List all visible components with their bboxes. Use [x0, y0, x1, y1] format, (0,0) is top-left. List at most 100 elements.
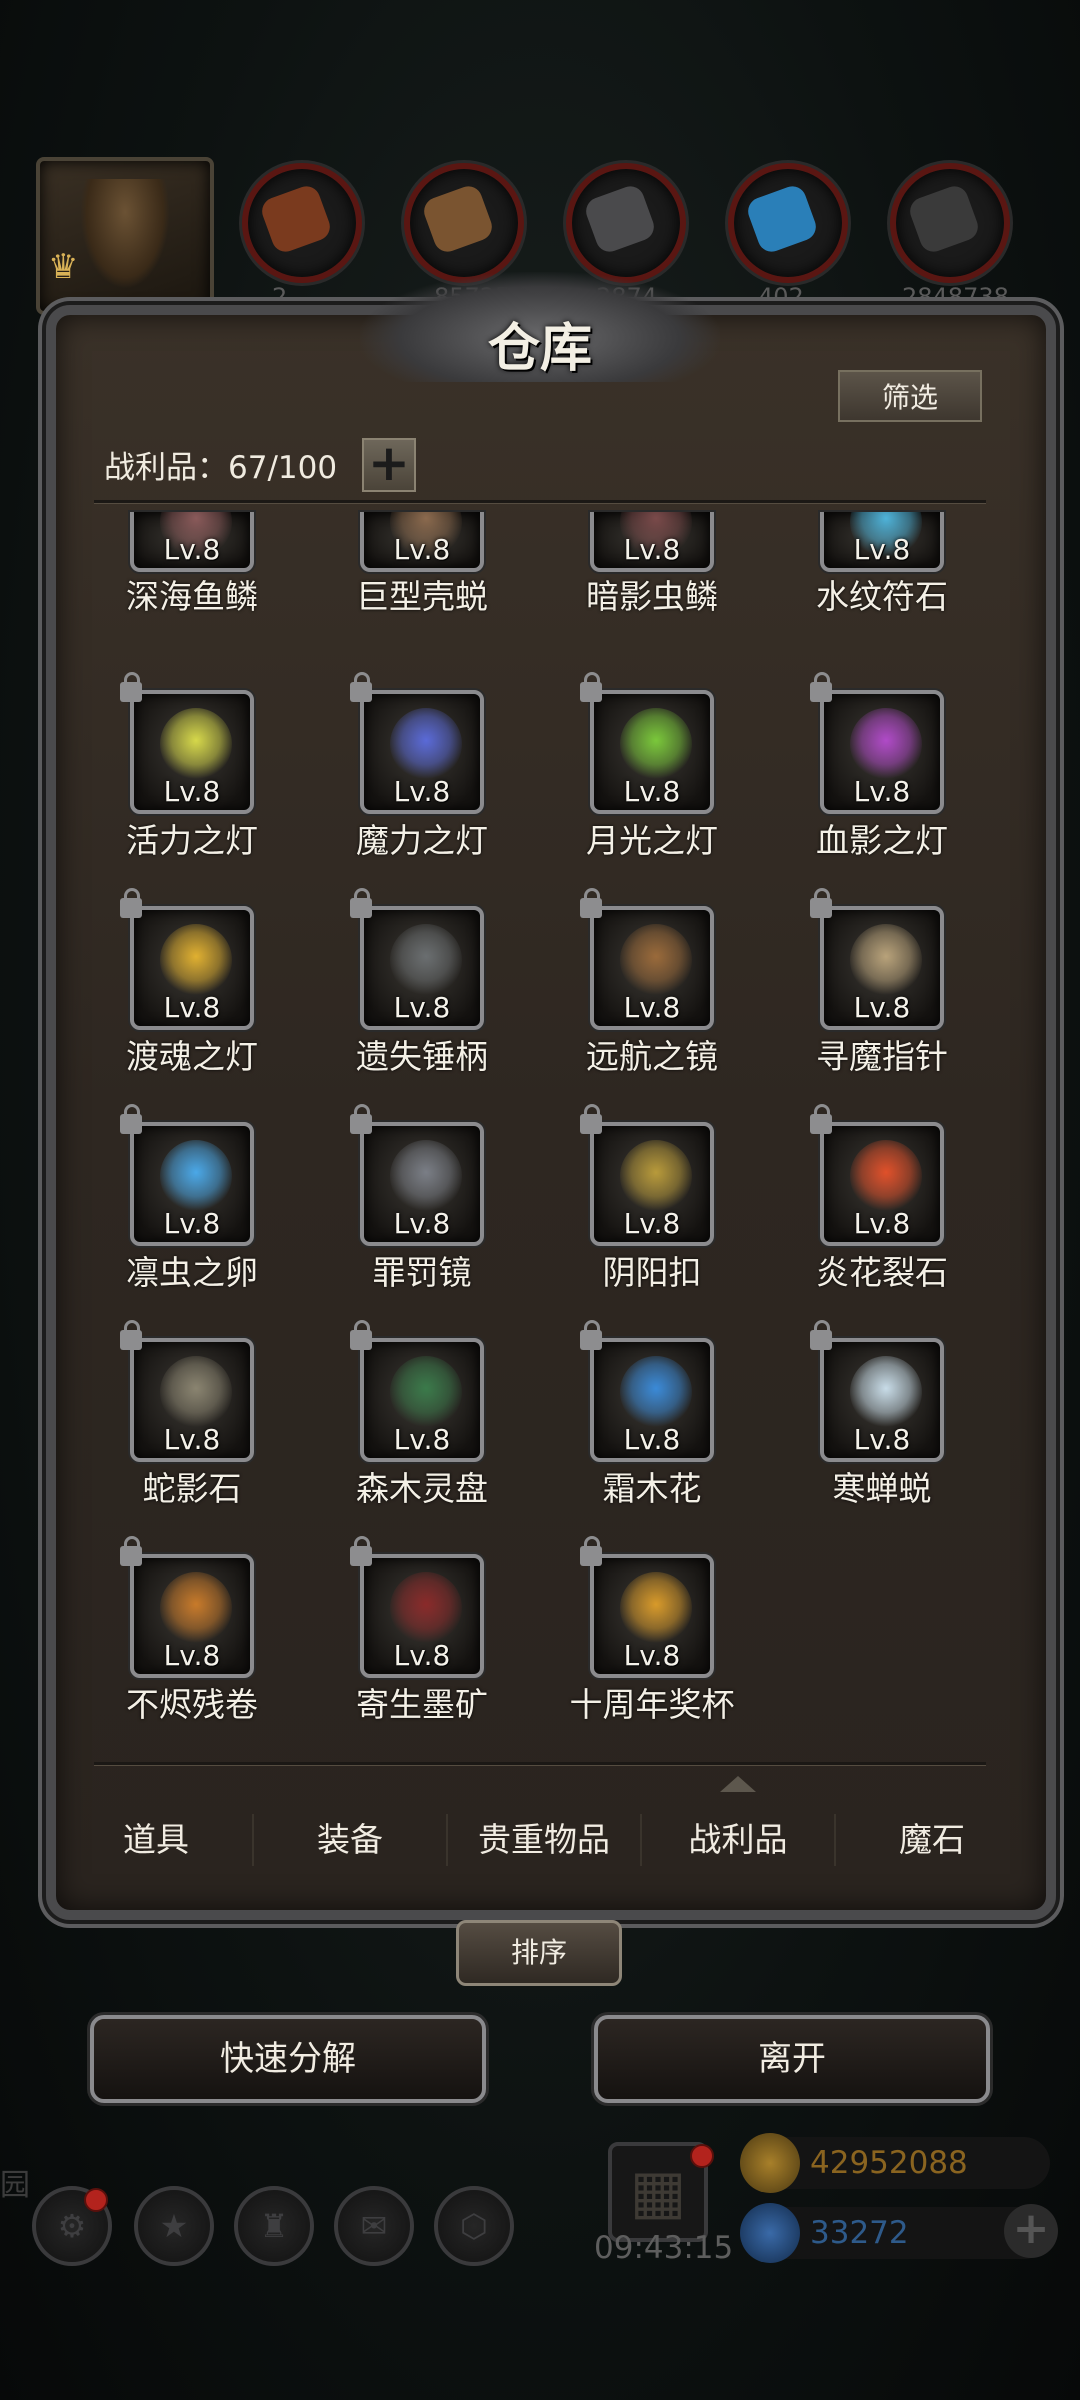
item-level: Lv.8 — [853, 991, 911, 1024]
item-name: 水纹符石 — [816, 577, 948, 616]
lock-icon — [810, 1104, 832, 1134]
tab-equipment[interactable]: 装备 — [254, 1780, 446, 1900]
item-level: Lv.8 — [623, 775, 681, 808]
tab-magic-stones[interactable]: 魔石 — [836, 1780, 1028, 1900]
lock-icon — [350, 1536, 372, 1566]
lock-icon — [350, 672, 372, 702]
player-portrait[interactable]: ♛ — [36, 157, 214, 315]
item-level: Lv.8 — [623, 1207, 681, 1240]
item-slot: Lv.8 — [590, 1122, 714, 1246]
item-level: Lv.8 — [623, 533, 681, 566]
resource-crystal-icon[interactable] — [728, 163, 848, 283]
resource-stone-icon[interactable] — [890, 163, 1010, 283]
item-card[interactable]: Lv.8 远航之镜 — [552, 888, 752, 1076]
gold-coin-icon — [740, 2133, 800, 2193]
item-art-icon — [850, 924, 922, 996]
trophy-icon: ♛ — [48, 247, 79, 287]
leave-button[interactable]: 离开 — [594, 2015, 990, 2103]
item-card[interactable]: Lv.8 炎花裂石 — [782, 1104, 982, 1292]
item-card[interactable]: Lv.8 森木灵盘 — [322, 1320, 522, 1508]
lock-icon — [120, 672, 142, 702]
guild-emblem-icon[interactable]: ♜ — [234, 2186, 314, 2266]
filter-button[interactable]: 筛选 — [838, 370, 982, 422]
item-card[interactable]: Lv.8 深海鱼鳞 — [92, 512, 292, 672]
item-level: Lv.8 — [853, 1423, 911, 1456]
item-art-icon — [390, 1572, 462, 1644]
tab-valuables[interactable]: 贵重物品 — [448, 1780, 640, 1900]
item-art-icon — [390, 924, 462, 996]
item-name: 寄生墨矿 — [356, 1685, 488, 1724]
item-name: 魔力之灯 — [356, 821, 488, 860]
lock-icon — [580, 1320, 602, 1350]
item-card[interactable]: Lv.8 巨型壳蜕 — [322, 512, 522, 672]
sort-button[interactable]: 排序 — [456, 1920, 622, 1986]
expand-capacity-button[interactable]: + — [362, 438, 416, 492]
item-card[interactable]: Lv.8 暗影虫鳞 — [552, 512, 752, 672]
add-currency-button[interactable]: + — [1004, 2204, 1058, 2258]
item-slot: Lv.8 — [820, 1338, 944, 1462]
resource-iron-icon[interactable] — [566, 163, 686, 283]
mail-icon[interactable]: ✉ — [334, 2186, 414, 2266]
item-card[interactable]: Lv.8 十周年奖杯 — [552, 1536, 752, 1724]
item-card[interactable]: Lv.8 霜木花 — [552, 1320, 752, 1508]
item-art-icon — [850, 1140, 922, 1212]
gem-icon — [740, 2203, 800, 2263]
item-slot: Lv.8 — [820, 690, 944, 814]
star-badge-icon[interactable]: ★ — [134, 2186, 214, 2266]
item-card[interactable]: Lv.8 凛虫之卵 — [92, 1104, 292, 1292]
resource-wood-icon[interactable] — [404, 163, 524, 283]
shop-icon[interactable]: ⬡ — [434, 2186, 514, 2266]
item-name: 暗影虫鳞 — [586, 577, 718, 616]
item-card[interactable]: Lv.8 罪罚镜 — [322, 1104, 522, 1292]
lock-icon — [810, 888, 832, 918]
resource-leather-icon[interactable] — [242, 163, 362, 283]
item-card[interactable]: Lv.8 寒蝉蜕 — [782, 1320, 982, 1508]
gold-display: 42952088 — [740, 2133, 1050, 2193]
item-slot: Lv.8 — [360, 1122, 484, 1246]
item-slot: Lv.8 — [360, 1338, 484, 1462]
item-card[interactable]: Lv.8 遗失锤柄 — [322, 888, 522, 1076]
item-card[interactable]: Lv.8 活力之灯 — [92, 672, 292, 860]
item-name: 阴阳扣 — [602, 1253, 702, 1292]
item-card[interactable]: Lv.8 不烬残卷 — [92, 1536, 292, 1724]
lock-icon — [120, 888, 142, 918]
lock-icon — [120, 1536, 142, 1566]
lock-icon — [350, 1320, 372, 1350]
lock-icon — [580, 1536, 602, 1566]
item-card[interactable]: Lv.8 魔力之灯 — [322, 672, 522, 860]
item-slot: Lv.8 — [360, 690, 484, 814]
item-card[interactable]: Lv.8 月光之灯 — [552, 672, 752, 860]
item-name: 不烬残卷 — [126, 1685, 258, 1724]
item-slot: Lv.8 — [360, 512, 484, 572]
item-slot: Lv.8 — [360, 1554, 484, 1678]
item-level: Lv.8 — [163, 991, 221, 1024]
lock-icon — [810, 672, 832, 702]
item-art-icon — [850, 1356, 922, 1428]
item-slot: Lv.8 — [820, 1122, 944, 1246]
tab-items[interactable]: 道具 — [60, 1780, 252, 1900]
item-name: 蛇影石 — [142, 1469, 242, 1508]
item-card[interactable]: Lv.8 血影之灯 — [782, 672, 982, 860]
item-level: Lv.8 — [853, 1207, 911, 1240]
item-card[interactable]: Lv.8 寻魔指针 — [782, 888, 982, 1076]
divider — [94, 1762, 986, 1765]
item-card[interactable]: Lv.8 阴阳扣 — [552, 1104, 752, 1292]
item-level: Lv.8 — [853, 775, 911, 808]
item-card[interactable]: Lv.8 渡魂之灯 — [92, 888, 292, 1076]
lock-icon — [350, 888, 372, 918]
item-art-icon — [160, 924, 232, 996]
lock-icon — [580, 888, 602, 918]
item-card[interactable]: Lv.8 蛇影石 — [92, 1320, 292, 1508]
item-card[interactable]: Lv.8 水纹符石 — [782, 512, 982, 672]
category-tabs: 道具 装备 贵重物品 战利品 魔石 — [60, 1776, 1020, 1900]
item-art-icon — [160, 708, 232, 780]
quick-decompose-button[interactable]: 快速分解 — [90, 2015, 486, 2103]
tab-loot[interactable]: 战利品 — [642, 1776, 834, 1900]
item-level: Lv.8 — [163, 1423, 221, 1456]
item-art-icon — [620, 708, 692, 780]
panel-title: 仓库 — [487, 318, 592, 379]
item-card[interactable]: Lv.8 寄生墨矿 — [322, 1536, 522, 1724]
divider — [94, 500, 986, 503]
clock: 09:43:15 — [594, 2230, 734, 2266]
item-name: 巨型壳蜕 — [356, 577, 488, 616]
